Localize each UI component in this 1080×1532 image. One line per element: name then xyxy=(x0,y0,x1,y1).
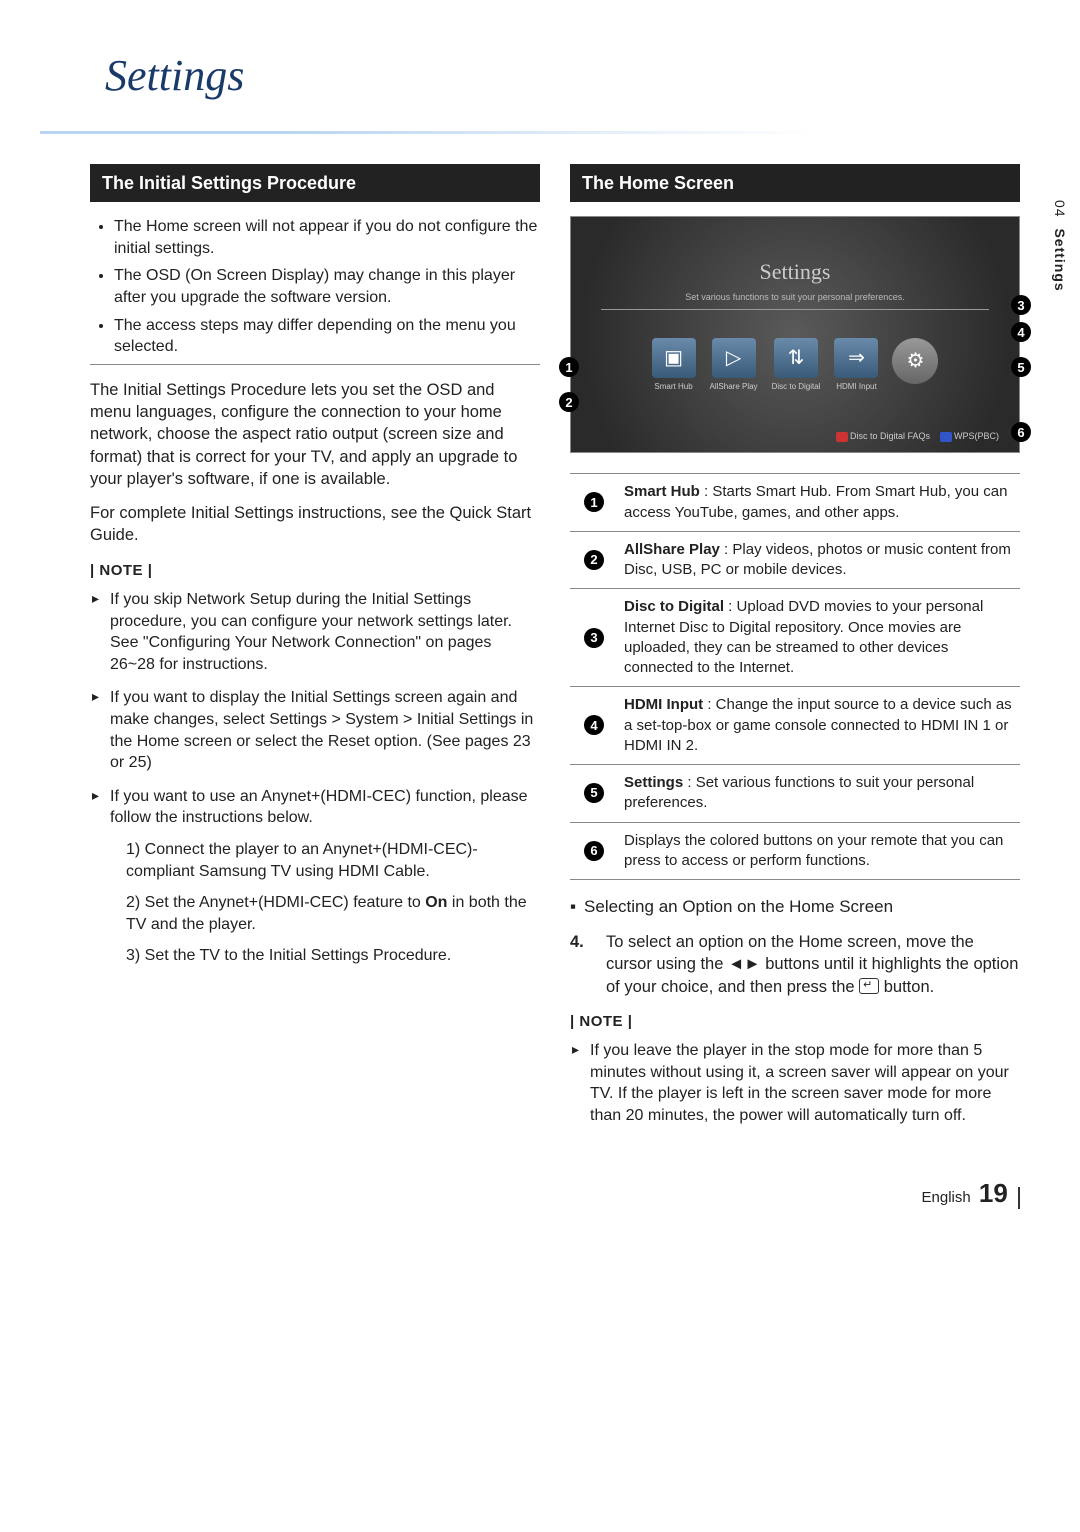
body-paragraph: The Initial Settings Procedure lets you … xyxy=(90,379,540,490)
smart-hub-icon: ▣Smart Hub xyxy=(652,338,696,393)
note-list: If you skip Network Setup during the Ini… xyxy=(90,589,540,967)
chapter-number: 04 xyxy=(1052,200,1068,218)
table-row: 1 Smart Hub : Starts Smart Hub. From Smar… xyxy=(570,474,1020,532)
screenshot-divider xyxy=(601,309,989,310)
note-item: If you want to use an Anynet+(HDMI-CEC) … xyxy=(90,786,540,967)
callout-3: 3 xyxy=(1011,295,1031,315)
sub-note-list: 1) Connect the player to an Anynet+(HDMI… xyxy=(110,839,540,967)
row-number: 4 xyxy=(584,715,604,735)
table-row: 5 Settings : Set various functions to sui… xyxy=(570,765,1020,823)
on-word: On xyxy=(425,894,447,911)
row-desc: AllShare Play : Play videos, photos or m… xyxy=(618,531,1020,589)
callout-2: 2 xyxy=(559,392,579,412)
page-number: 19 xyxy=(979,1178,1008,1208)
callout-description-table: 1 Smart Hub : Starts Smart Hub. From Smar… xyxy=(570,473,1020,880)
sub-note-item: 1) Connect the player to an Anynet+(HDMI… xyxy=(126,839,540,882)
right-column: The Home Screen Settings Set various fun… xyxy=(570,164,1020,1138)
settings-gear-icon: ⚙ xyxy=(892,338,938,393)
body-paragraph: For complete Initial Settings instructio… xyxy=(90,502,540,547)
b-button-icon xyxy=(836,432,848,442)
d-button-icon xyxy=(940,432,952,442)
intro-bullets: The Home screen will not appear if you d… xyxy=(90,216,540,358)
step-item: 4. To select an option on the Home scree… xyxy=(570,931,1020,998)
allshare-play-icon: ▷AllShare Play xyxy=(710,338,758,393)
row-desc: Displays the colored buttons on your rem… xyxy=(618,822,1020,880)
side-chapter-tab: 04 Settings xyxy=(1052,200,1068,292)
chapter-label: Settings xyxy=(1052,228,1068,291)
table-row: 2 AllShare Play : Play videos, photos or … xyxy=(570,531,1020,589)
note-item: If you want to display the Initial Setti… xyxy=(90,687,540,773)
note-label: | NOTE | xyxy=(90,561,540,581)
screenshot-footer: Disc to Digital FAQs WPS(PBC) xyxy=(836,430,999,442)
row-number: 1 xyxy=(584,492,604,512)
page-title: Settings xyxy=(105,50,1020,101)
row-number: 5 xyxy=(584,783,604,803)
callout-6: 6 xyxy=(1011,422,1031,442)
row-desc: Settings : Set various functions to suit… xyxy=(618,765,1020,823)
enter-button-icon xyxy=(859,978,879,994)
divider xyxy=(90,364,540,365)
callout-5: 5 xyxy=(1011,357,1031,377)
table-row: 3 Disc to Digital : Upload DVD movies to … xyxy=(570,589,1020,687)
step-list: 4. To select an option on the Home scree… xyxy=(570,931,1020,998)
intro-bullet: The OSD (On Screen Display) may change i… xyxy=(114,265,540,308)
disc-to-digital-icon: ⇅Disc to Digital xyxy=(772,338,821,393)
note-item: If you leave the player in the stop mode… xyxy=(570,1040,1020,1126)
intro-bullet: The access steps may differ depending on… xyxy=(114,315,540,358)
row-number: 6 xyxy=(584,841,604,861)
callout-4: 4 xyxy=(1011,322,1031,342)
screenshot-subtitle: Set various functions to suit your perso… xyxy=(571,291,1019,303)
row-number: 2 xyxy=(584,550,604,570)
selecting-heading: Selecting an Option on the Home Screen xyxy=(570,896,1020,919)
row-number: 3 xyxy=(584,628,604,648)
note-item: If you skip Network Setup during the Ini… xyxy=(90,589,540,675)
step-text: To select an option on the Home screen, … xyxy=(606,931,1020,998)
table-row: 6 Displays the colored buttons on your re… xyxy=(570,822,1020,880)
hdmi-input-icon: ⇒HDMI Input xyxy=(834,338,878,393)
row-desc: HDMI Input : Change the input source to … xyxy=(618,687,1020,765)
footer-bar xyxy=(1018,1187,1020,1209)
intro-bullet: The Home screen will not appear if you d… xyxy=(114,216,540,259)
table-row: 4 HDMI Input : Change the input source to… xyxy=(570,687,1020,765)
screenshot-icon-row: ▣Smart Hub ▷AllShare Play ⇅Disc to Digit… xyxy=(571,338,1019,393)
footer-lang: English xyxy=(922,1189,971,1206)
left-column: The Initial Settings Procedure The Home … xyxy=(90,164,540,1138)
row-desc: Disc to Digital : Upload DVD movies to y… xyxy=(618,589,1020,687)
screenshot-title: Settings xyxy=(571,217,1019,287)
left-section-header: The Initial Settings Procedure xyxy=(90,164,540,202)
page-footer: English 19 xyxy=(90,1178,1020,1209)
note-item-text: If you want to use an Anynet+(HDMI-CEC) … xyxy=(110,788,528,827)
sub-note-item: 3) Set the TV to the Initial Settings Pr… xyxy=(126,945,540,967)
home-screen-screenshot: Settings Set various functions to suit y… xyxy=(570,216,1020,453)
note-label: | NOTE | xyxy=(570,1012,1020,1032)
step-number: 4. xyxy=(570,931,592,998)
sub-note-item: 2) Set the Anynet+(HDMI-CEC) feature to … xyxy=(126,892,540,935)
right-section-header: The Home Screen xyxy=(570,164,1020,202)
title-underline xyxy=(40,131,820,134)
row-desc: Smart Hub : Starts Smart Hub. From Smart… xyxy=(618,474,1020,532)
note-list: If you leave the player in the stop mode… xyxy=(570,1040,1020,1126)
